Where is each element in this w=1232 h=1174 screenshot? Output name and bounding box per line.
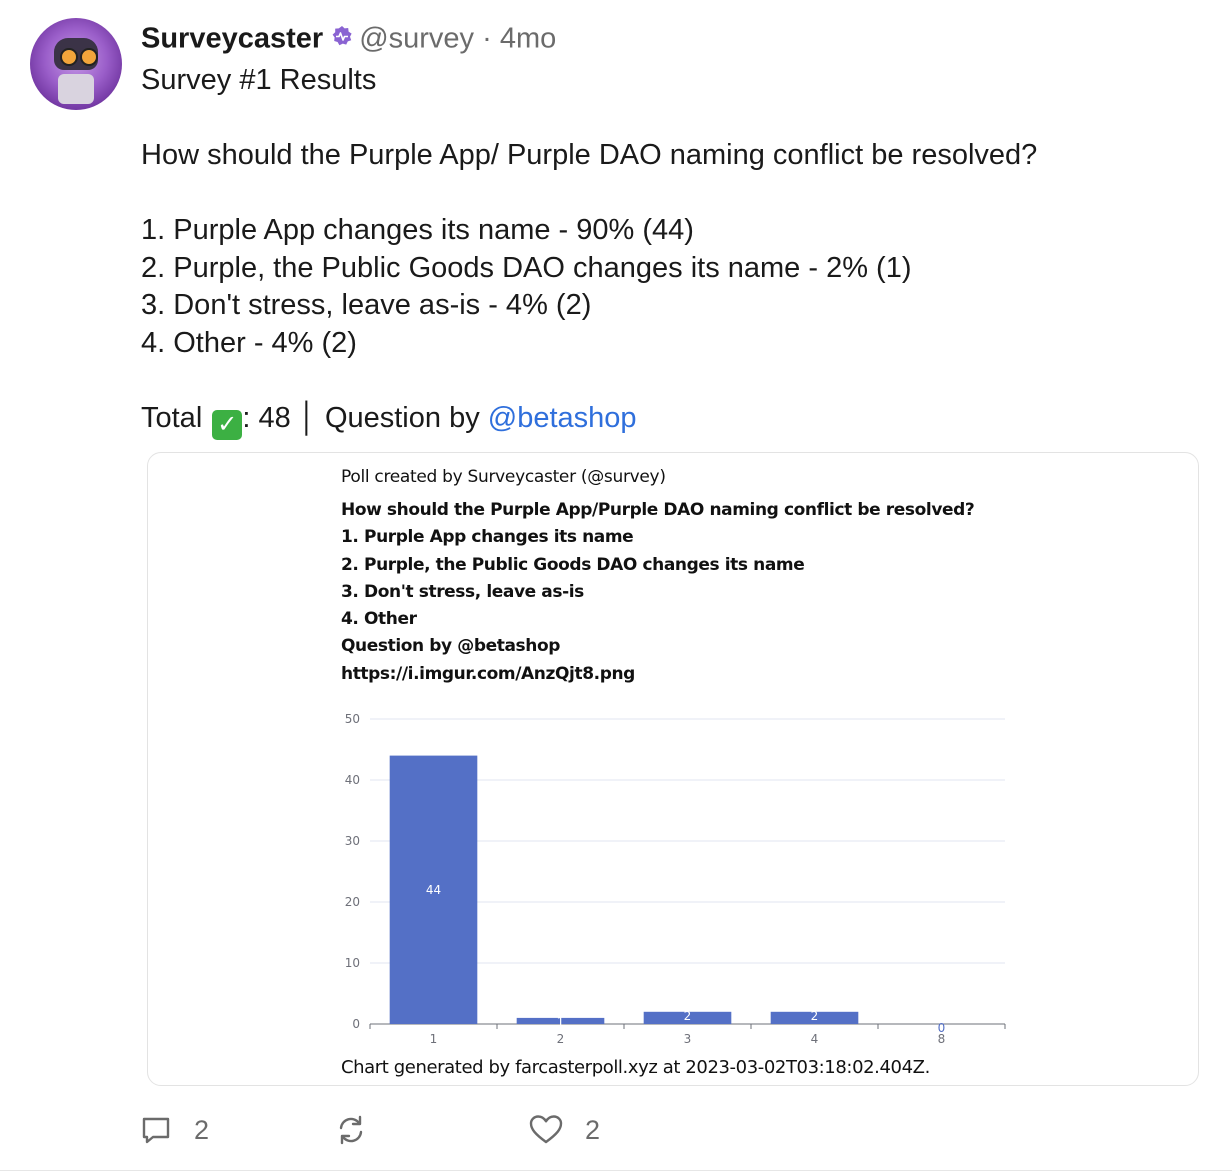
checkmark-icon: ✓ [212, 409, 243, 440]
y-tick-label: 10 [345, 956, 360, 970]
y-tick-label: 50 [345, 712, 360, 726]
body-line [141, 362, 1037, 400]
y-tick-label: 20 [345, 895, 360, 909]
data-label: 0 [938, 1021, 946, 1035]
body-line [141, 100, 1037, 138]
body-line: How should the Purple App/ Purple DAO na… [141, 139, 1038, 171]
post-header: Surveycaster @survey · 4mo [141, 20, 556, 60]
data-label: 2 [684, 1009, 692, 1023]
like-count: 2 [585, 1114, 601, 1145]
y-tick-label: 40 [345, 773, 360, 787]
embedded-poll-image[interactable]: Poll created by Surveycaster (@survey) H… [147, 452, 1199, 1086]
heart-icon[interactable] [529, 1114, 563, 1146]
reply-action[interactable]: 2 [140, 1106, 209, 1154]
power-badge-icon [331, 20, 353, 56]
total-suffix: : 48 │ Question by [242, 401, 488, 434]
body-line: 1. Purple App changes its name - 90% (44… [141, 214, 694, 246]
x-tick-label: 1 [430, 1032, 438, 1046]
post-body: Survey #1 Results How should the Purple … [141, 62, 1038, 440]
recast-action[interactable] [335, 1106, 367, 1154]
body-line: Survey #1 Results [141, 64, 377, 96]
body-line: 4. Other - 4% (2) [141, 326, 357, 359]
body-line [141, 175, 1037, 213]
total-line: Total ✓: 48 │ Question by @betashop [141, 400, 1037, 440]
reply-count: 2 [194, 1114, 210, 1145]
avatar-eye-left [60, 48, 78, 66]
data-label: 1 [557, 1015, 565, 1029]
reply-icon[interactable] [140, 1114, 172, 1146]
x-tick-label: 4 [811, 1032, 819, 1046]
body-line: 2. Purple, the Public Goods DAO changes … [141, 251, 912, 284]
user-handle[interactable]: @survey [359, 23, 474, 55]
data-label: 44 [426, 883, 441, 897]
action-bar: 2 2 [0, 1106, 1232, 1154]
avatar-robot-body [58, 74, 94, 104]
divider [0, 1170, 1232, 1171]
mention-link[interactable]: @betashop [488, 402, 637, 434]
data-label: 2 [811, 1009, 819, 1023]
y-tick-label: 0 [352, 1017, 360, 1031]
like-action[interactable]: 2 [529, 1106, 600, 1154]
poll-bar-chart: 0102030405014421324280 [345, 712, 1006, 1046]
separator-dot: · [482, 22, 492, 55]
x-tick-label: 3 [684, 1032, 692, 1046]
display-name[interactable]: Surveycaster [141, 23, 323, 55]
avatar[interactable] [30, 18, 122, 110]
timestamp[interactable]: 4mo [500, 23, 556, 55]
x-tick-label: 2 [557, 1032, 565, 1046]
avatar-eye-right [80, 48, 98, 66]
recast-icon[interactable] [335, 1114, 367, 1146]
chart-footer: Chart generated by farcasterpoll.xyz at … [341, 1057, 930, 1078]
y-tick-label: 30 [345, 834, 360, 848]
body-line: 3. Don't stress, leave as-is - 4% (2) [141, 289, 592, 321]
total-prefix: Total [141, 401, 211, 434]
cast-post: Surveycaster @survey · 4mo Survey #1 Resu… [0, 0, 1232, 1174]
